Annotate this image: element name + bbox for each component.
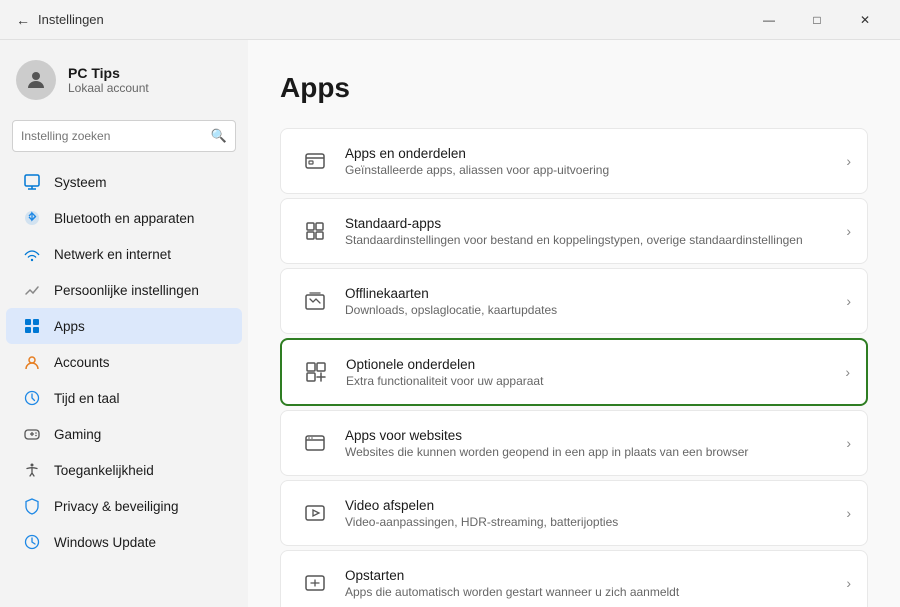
avatar	[16, 60, 56, 100]
sidebar-label-netwerk: Netwerk en internet	[54, 247, 171, 262]
main-content: Apps Apps en onderdelen Geïnstalleerde a…	[248, 40, 900, 607]
settings-desc-optionele: Extra functionaliteit voor uw apparaat	[346, 374, 837, 388]
sidebar: PC Tips Lokaal account 🔍 Systeem	[0, 40, 248, 607]
sidebar-label-toegankelijkheid: Toegankelijkheid	[54, 463, 154, 478]
maximize-button[interactable]: □	[794, 4, 840, 36]
settings-title-offlinekaarten: Offlinekaarten	[345, 286, 838, 301]
settings-desc-opstarten: Apps die automatisch worden gestart wann…	[345, 585, 838, 599]
video-icon	[297, 495, 333, 531]
settings-item-text-video: Video afspelen Video-aanpassingen, HDR-s…	[345, 498, 838, 529]
sidebar-label-persoonlijk: Persoonlijke instellingen	[54, 283, 199, 298]
settings-item-standaard-apps[interactable]: Standaard-apps Standaardinstellingen voo…	[280, 198, 868, 264]
settings-title-optionele: Optionele onderdelen	[346, 357, 837, 372]
sidebar-item-apps[interactable]: Apps	[6, 308, 242, 344]
apps-icon	[22, 316, 42, 336]
settings-desc-standaard: Standaardinstellingen voor bestand en ko…	[345, 233, 838, 247]
sidebar-label-gaming: Gaming	[54, 427, 101, 442]
toegankelijkheid-icon	[22, 460, 42, 480]
settings-desc-apps-onderdelen: Geïnstalleerde apps, aliassen voor app-u…	[345, 163, 838, 177]
sidebar-label-accounts: Accounts	[54, 355, 110, 370]
settings-item-text-websites: Apps voor websites Websites die kunnen w…	[345, 428, 838, 459]
close-button[interactable]: ✕	[842, 4, 888, 36]
search-icon: 🔍	[211, 128, 227, 144]
accounts-icon	[22, 352, 42, 372]
minimize-button[interactable]: —	[746, 4, 792, 36]
title-bar: ← Instellingen — □ ✕	[0, 0, 900, 40]
app-window: PC Tips Lokaal account 🔍 Systeem	[0, 40, 900, 607]
windows-update-icon	[22, 532, 42, 552]
apps-onderdelen-icon	[297, 143, 333, 179]
chevron-icon: ›	[846, 293, 851, 309]
settings-item-offlinekaarten[interactable]: Offlinekaarten Downloads, opslaglocatie,…	[280, 268, 868, 334]
sidebar-label-privacy: Privacy & beveiliging	[54, 499, 179, 514]
sidebar-item-netwerk[interactable]: Netwerk en internet	[6, 236, 242, 272]
user-subtitle: Lokaal account	[68, 81, 149, 95]
sidebar-item-privacy[interactable]: Privacy & beveiliging	[6, 488, 242, 524]
settings-item-optionele-onderdelen[interactable]: Optionele onderdelen Extra functionalite…	[280, 338, 868, 406]
settings-title-opstarten: Opstarten	[345, 568, 838, 583]
gaming-icon	[22, 424, 42, 444]
offlinekaarten-icon	[297, 283, 333, 319]
systeem-icon	[22, 172, 42, 192]
chevron-icon: ›	[846, 575, 851, 591]
settings-item-apps-onderdelen[interactable]: Apps en onderdelen Geïnstalleerde apps, …	[280, 128, 868, 194]
sidebar-item-toegankelijkheid[interactable]: Toegankelijkheid	[6, 452, 242, 488]
search-box[interactable]: 🔍	[12, 120, 236, 152]
netwerk-icon	[22, 244, 42, 264]
sidebar-item-bluetooth[interactable]: Bluetooth en apparaten	[6, 200, 242, 236]
settings-desc-offlinekaarten: Downloads, opslaglocatie, kaartupdates	[345, 303, 838, 317]
persoonlijk-icon	[22, 280, 42, 300]
user-info: PC Tips Lokaal account	[68, 65, 149, 95]
sidebar-item-tijd[interactable]: Tijd en taal	[6, 380, 242, 416]
sidebar-label-systeem: Systeem	[54, 175, 107, 190]
settings-item-text-offlinekaarten: Offlinekaarten Downloads, opslaglocatie,…	[345, 286, 838, 317]
settings-title-video: Video afspelen	[345, 498, 838, 513]
optionele-onderdelen-icon	[298, 354, 334, 390]
settings-title-standaard: Standaard-apps	[345, 216, 838, 231]
settings-item-apps-websites[interactable]: Apps voor websites Websites die kunnen w…	[280, 410, 868, 476]
sidebar-item-windows-update[interactable]: Windows Update	[6, 524, 242, 560]
settings-item-text-optionele: Optionele onderdelen Extra functionalite…	[346, 357, 837, 388]
sidebar-label-apps: Apps	[54, 319, 85, 334]
sidebar-item-gaming[interactable]: Gaming	[6, 416, 242, 452]
page-title: Apps	[280, 72, 868, 104]
title-bar-controls: — □ ✕	[746, 4, 888, 36]
apps-websites-icon	[297, 425, 333, 461]
settings-item-text-apps-onderdelen: Apps en onderdelen Geïnstalleerde apps, …	[345, 146, 838, 177]
user-name: PC Tips	[68, 65, 149, 81]
privacy-icon	[22, 496, 42, 516]
sidebar-label-windows-update: Windows Update	[54, 535, 156, 550]
title-bar-title: Instellingen	[38, 12, 104, 27]
sidebar-label-tijd: Tijd en taal	[54, 391, 120, 406]
settings-list: Apps en onderdelen Geïnstalleerde apps, …	[280, 128, 868, 607]
sidebar-item-persoonlijk[interactable]: Persoonlijke instellingen	[6, 272, 242, 308]
arrow-annotation	[0, 314, 1, 338]
search-input[interactable]	[21, 129, 211, 143]
chevron-icon: ›	[846, 223, 851, 239]
settings-item-opstarten[interactable]: Opstarten Apps die automatisch worden ge…	[280, 550, 868, 607]
sidebar-label-bluetooth: Bluetooth en apparaten	[54, 211, 194, 226]
settings-title-apps-onderdelen: Apps en onderdelen	[345, 146, 838, 161]
settings-item-text-opstarten: Opstarten Apps die automatisch worden ge…	[345, 568, 838, 599]
back-icon[interactable]: ←	[16, 12, 30, 28]
user-section: PC Tips Lokaal account	[0, 48, 248, 116]
settings-desc-video: Video-aanpassingen, HDR-streaming, batte…	[345, 515, 838, 529]
bluetooth-icon	[22, 208, 42, 228]
title-bar-left: ← Instellingen	[16, 12, 104, 28]
chevron-icon: ›	[846, 505, 851, 521]
settings-item-text-standaard: Standaard-apps Standaardinstellingen voo…	[345, 216, 838, 247]
chevron-icon: ›	[846, 435, 851, 451]
sidebar-item-accounts[interactable]: Accounts	[6, 344, 242, 380]
settings-title-websites: Apps voor websites	[345, 428, 838, 443]
chevron-icon: ›	[846, 153, 851, 169]
opstarten-icon	[297, 565, 333, 601]
settings-item-video[interactable]: Video afspelen Video-aanpassingen, HDR-s…	[280, 480, 868, 546]
sidebar-item-systeem[interactable]: Systeem	[6, 164, 242, 200]
chevron-icon: ›	[845, 364, 850, 380]
tijd-icon	[22, 388, 42, 408]
standaard-apps-icon	[297, 213, 333, 249]
settings-desc-websites: Websites die kunnen worden geopend in ee…	[345, 445, 838, 459]
